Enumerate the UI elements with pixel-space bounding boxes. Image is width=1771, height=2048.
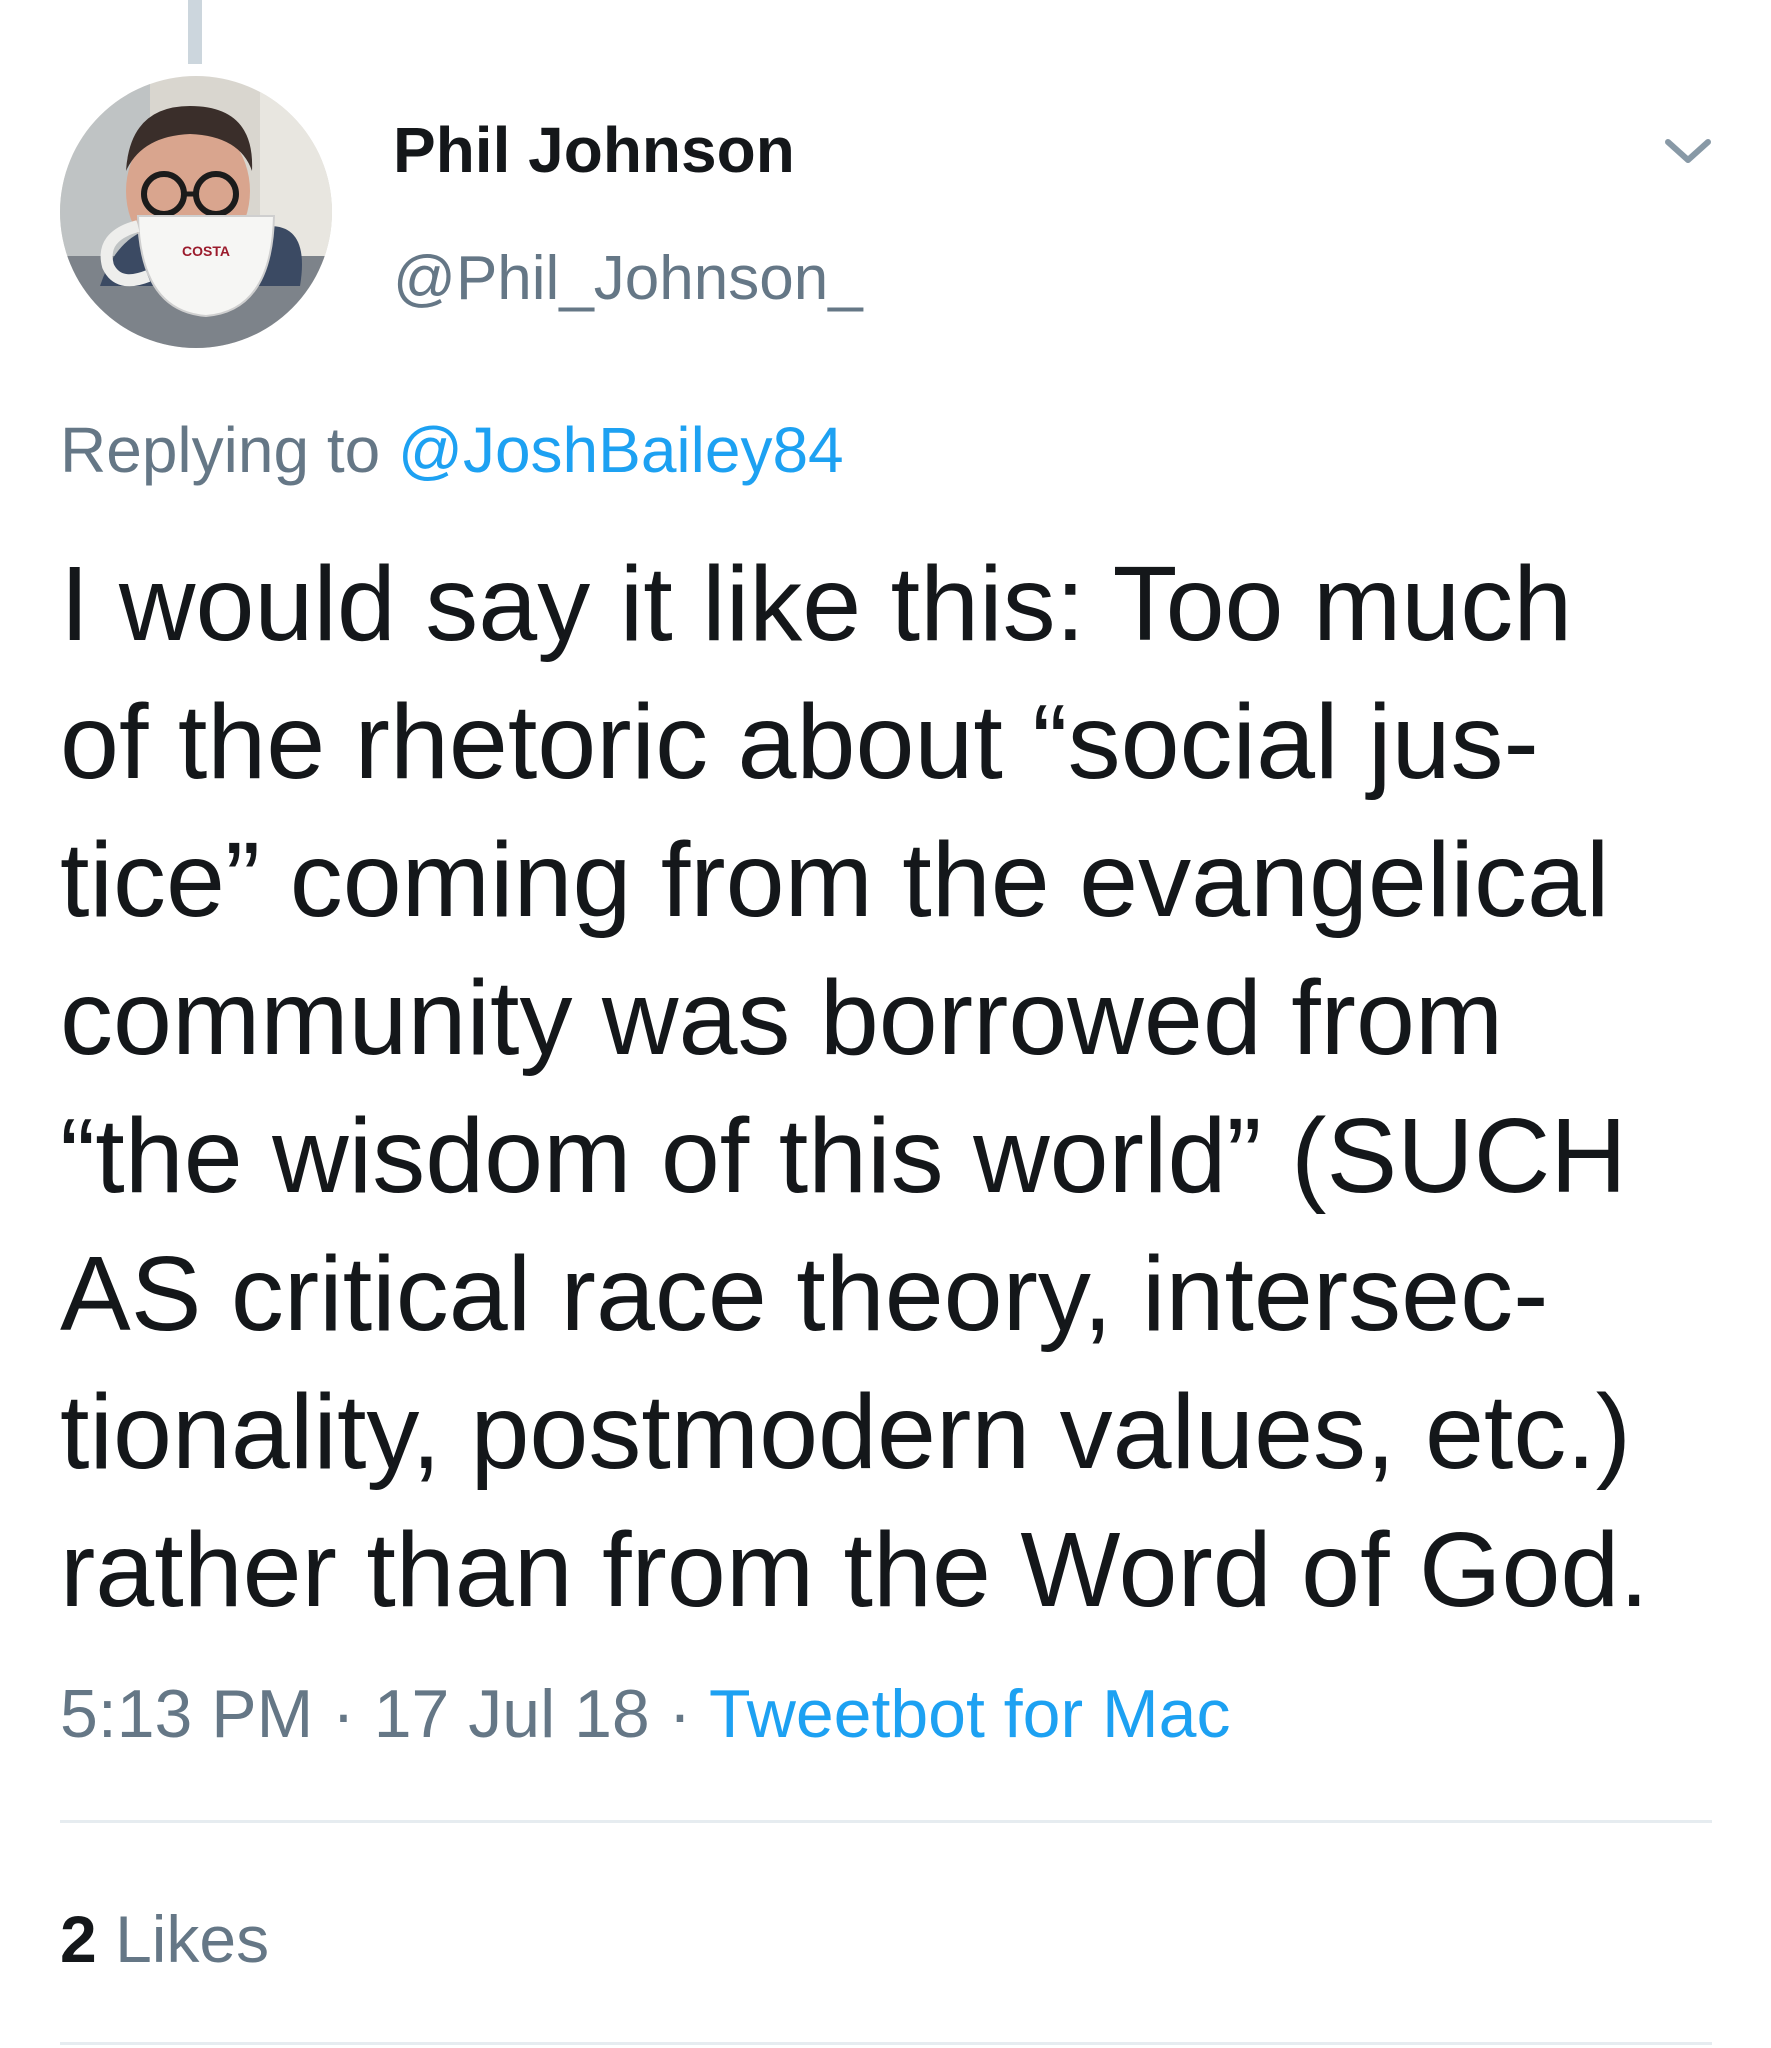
likes-stat[interactable]: 2 Likes bbox=[60, 1906, 269, 1972]
thread-connector-line bbox=[188, 0, 202, 64]
avatar[interactable]: COSTA bbox=[60, 76, 332, 348]
likes-label: Likes bbox=[115, 1902, 270, 1976]
tweet-date: 17 Jul 18 bbox=[373, 1676, 650, 1752]
divider bbox=[60, 1820, 1712, 1823]
replying-prefix: Replying to bbox=[60, 414, 381, 486]
divider bbox=[60, 2042, 1712, 2045]
tweet-source-link[interactable]: Tweetbot for Mac bbox=[709, 1676, 1231, 1752]
tweet-time: 5:13 PM bbox=[60, 1676, 314, 1752]
replying-to: Replying to @JoshBailey84 bbox=[60, 418, 844, 482]
tweet-text: I would say it like this: Too much of th… bbox=[60, 535, 1720, 1639]
tweet-text-line: tice” coming from the evangelical bbox=[60, 821, 1610, 939]
author-handle[interactable]: @Phil_Johnson_ bbox=[393, 248, 863, 310]
meta-separator: · bbox=[668, 1676, 692, 1752]
likes-count: 2 bbox=[60, 1902, 97, 1976]
reply-mention-link[interactable]: @JoshBailey84 bbox=[398, 414, 844, 486]
avatar-image: COSTA bbox=[60, 76, 332, 348]
tweet-text-line: I would say it like this: Too much bbox=[60, 545, 1573, 663]
tweet-text-line: community was borrowed from bbox=[60, 959, 1504, 1077]
tweet-meta: 5:13 PM · 17 Jul 18 · Tweetbot for Mac bbox=[60, 1680, 1231, 1748]
meta-separator: · bbox=[332, 1676, 355, 1752]
tweet-text-line: rather than from the Word of God. bbox=[60, 1511, 1649, 1629]
tweet-text-line: of the rhetoric about “social jus- bbox=[60, 683, 1539, 801]
mug-logo-text: COSTA bbox=[182, 243, 230, 259]
tweet-text-line: “the wisdom of this world” (SUCH bbox=[60, 1097, 1627, 1215]
tweet-text-line: tionality, postmodern values, etc.) bbox=[60, 1373, 1632, 1491]
author-display-name[interactable]: Phil Johnson bbox=[393, 118, 795, 182]
tweet-text-line: AS critical race theory, intersec- bbox=[60, 1235, 1549, 1353]
chevron-down-icon[interactable] bbox=[1656, 118, 1720, 182]
